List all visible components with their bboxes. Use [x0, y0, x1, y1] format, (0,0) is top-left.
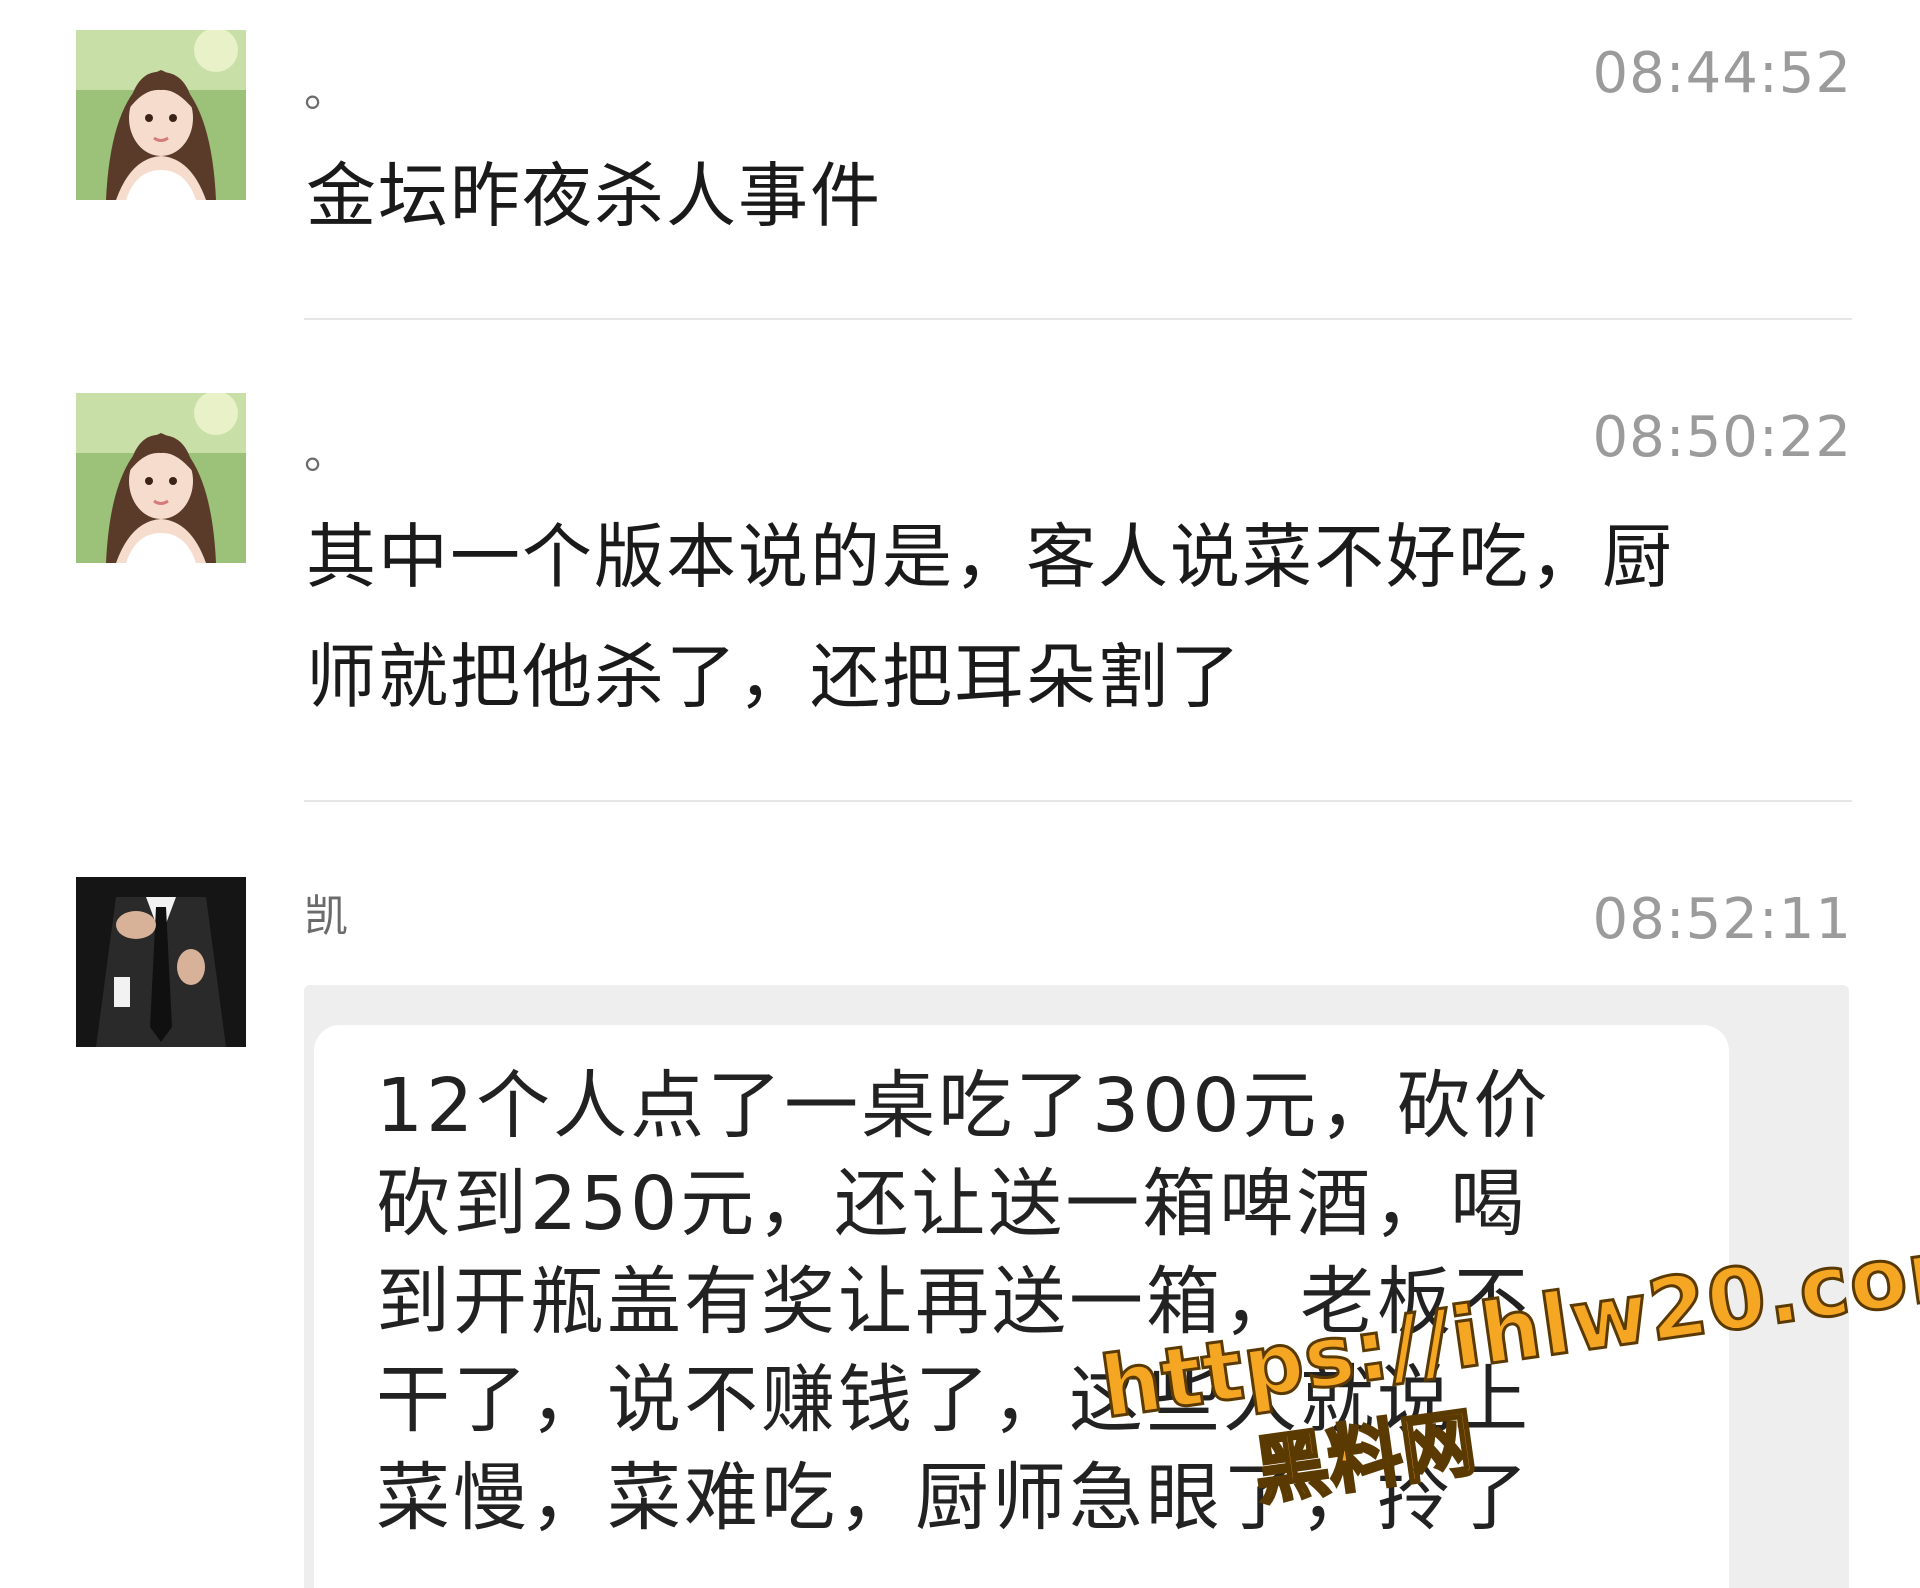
forwarded-text-line: 砍到250元，还让送一箱啤酒，喝: [376, 1161, 1528, 1247]
forwarded-text-line: 菜慢，菜难吃，厨师急眼了，拎了: [376, 1455, 1531, 1541]
message-timestamp: 08:52:11: [1592, 887, 1852, 952]
chat-history-page: 。 08:44:52 金坛昨夜杀人事件 。 08:50:22 其中一个版本说的是…: [0, 0, 1920, 1588]
man-in-suit-avatar[interactable]: [76, 877, 246, 1047]
message-text: 其中一个版本说的是，客人说菜不好吃，厨 师就把他杀了，还把耳朵割了: [306, 497, 1846, 737]
forwarded-text: 12个人点了一桌吃了300元，砍价 砍到250元，还让送一箱啤酒，喝 到开瓶盖有…: [376, 1057, 1686, 1547]
message-text-line: 师就把他杀了，还把耳朵割了: [306, 636, 1242, 718]
forwarded-text-line: 12个人点了一桌吃了300元，砍价: [376, 1063, 1551, 1149]
girl-portrait-icon: [76, 393, 246, 563]
sender-name: 凯: [304, 891, 348, 942]
sender-name: 。: [304, 66, 348, 117]
forwarded-image-container[interactable]: 12个人点了一桌吃了300元，砍价 砍到250元，还让送一箱啤酒，喝 到开瓶盖有…: [304, 985, 1849, 1588]
message-divider: [304, 800, 1852, 802]
man-in-suit-icon: [76, 877, 246, 1047]
forwarded-text-line: 到开瓶盖有奖让再送一箱，老板不: [376, 1259, 1531, 1345]
message-text-line: 其中一个版本说的是，客人说菜不好吃，厨: [306, 516, 1674, 598]
girl-portrait-avatar[interactable]: [76, 393, 246, 563]
girl-portrait-avatar[interactable]: [76, 30, 246, 200]
forwarded-text-line: 干了，说不赚钱了，这些人就说上: [376, 1357, 1531, 1443]
message-text: 金坛昨夜杀人事件: [306, 155, 882, 237]
message-timestamp: 08:44:52: [1592, 41, 1852, 106]
message-timestamp: 08:50:22: [1592, 405, 1852, 470]
forwarded-text-card: 12个人点了一桌吃了300元，砍价 砍到250元，还让送一箱啤酒，喝 到开瓶盖有…: [314, 1025, 1729, 1588]
sender-name: 。: [304, 428, 348, 479]
girl-portrait-icon: [76, 30, 246, 200]
message-divider: [304, 318, 1852, 320]
